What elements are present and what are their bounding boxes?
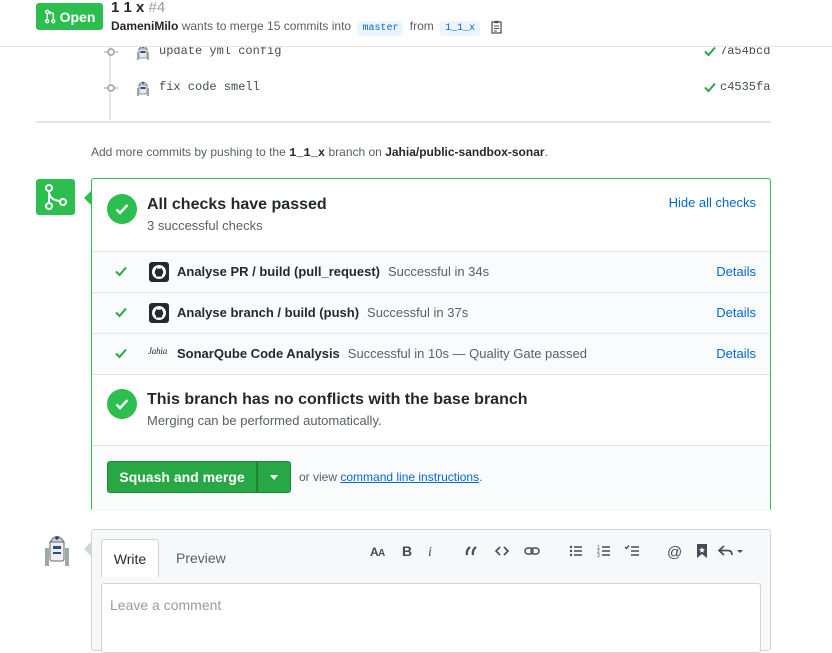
merge-box: All checks have passed 3 successful chec…: [84, 178, 771, 511]
push-hint-suffix: .: [544, 145, 548, 159]
reply-icon[interactable]: [718, 544, 744, 558]
check-status: Successful in 37s: [367, 305, 469, 320]
check-row: Analyse PR / build (pull_request) Success…: [92, 251, 770, 292]
check-name-text: SonarQube Code Analysis: [177, 346, 340, 361]
checks-title: All checks have passed: [147, 196, 327, 213]
bullet-list-icon[interactable]: [569, 544, 583, 558]
text-size-icon[interactable]: AA: [370, 544, 387, 558]
push-hint: Add more commits by pushing to the 1_1_x…: [91, 145, 548, 160]
base-branch[interactable]: master: [357, 21, 404, 36]
svg-text:A: A: [378, 548, 385, 558]
details-link[interactable]: Details: [716, 305, 756, 320]
check-icon: [115, 266, 127, 277]
commit-message[interactable]: fix code smell: [159, 80, 260, 94]
conflicts-subtitle: Merging can be performed automatically.: [147, 413, 382, 428]
markdown-toolbar: AA B i 123 @: [362, 544, 762, 564]
comment-textarea[interactable]: Leave a comment: [101, 583, 761, 653]
italic-icon[interactable]: i: [428, 544, 436, 558]
mention-icon[interactable]: @: [667, 544, 682, 559]
pr-header: Open 1 1 x #4 DameniMilo wants to merge …: [0, 0, 832, 47]
details-link[interactable]: Details: [716, 264, 756, 279]
checks-passed-icon: [107, 194, 137, 224]
state-badge: Open: [36, 3, 103, 30]
checks-subtitle: 3 successful checks: [147, 218, 263, 233]
check-row: Jahia SonarQube Code Analysis Successful …: [92, 333, 770, 374]
check-row: Analyse branch / build (push) Successful …: [92, 292, 770, 333]
pr-meta-text: wants to merge 15 commits into: [181, 19, 352, 33]
no-conflicts-icon: [107, 389, 137, 419]
numbered-list-icon[interactable]: 123: [597, 544, 611, 558]
merge-method-dropdown[interactable]: [257, 461, 291, 493]
from-text: from: [409, 19, 434, 33]
bold-icon[interactable]: B: [402, 544, 413, 558]
check-icon: [115, 204, 129, 215]
caret-down-icon: [270, 474, 278, 480]
commit-row: fix code smell c4535fa: [100, 78, 772, 98]
pr-title: 1 1 x #4: [111, 0, 165, 16]
pull-request-icon: [44, 9, 56, 24]
push-hint-middle: branch on: [328, 145, 382, 159]
quote-icon[interactable]: [465, 544, 479, 558]
svg-text:3: 3: [597, 553, 600, 558]
check-name: Analyse PR / build (pull_request) Success…: [177, 264, 489, 279]
check-status: Successful in 10s — Quality Gate passed: [347, 346, 587, 361]
squash-merge-button[interactable]: Squash and merge: [107, 461, 257, 493]
commit-dot-icon: [104, 84, 118, 92]
push-hint-repo[interactable]: Jahia/public-sandbox-sonar: [385, 145, 544, 159]
commit-dot-icon: [104, 48, 118, 56]
commit-sha[interactable]: c4535fa: [720, 80, 770, 94]
push-hint-prefix: Add more commits by pushing to the: [91, 145, 286, 159]
pr-author[interactable]: DameniMilo: [111, 19, 178, 33]
command-line-link[interactable]: command line instructions: [340, 470, 479, 484]
git-merge-icon: [44, 184, 67, 210]
merge-status-icon: [36, 179, 75, 215]
r2d2-avatar-icon[interactable]: [44, 530, 70, 568]
check-icon[interactable]: [704, 81, 716, 93]
merge-action-area: Squash and merge or view command line in…: [92, 445, 770, 511]
hide-checks-link[interactable]: Hide all checks: [669, 195, 756, 210]
or-view-suffix: .: [479, 470, 483, 484]
section-divider: [92, 374, 770, 375]
check-icon: [115, 399, 129, 410]
github-icon: [149, 262, 169, 282]
github-icon: [149, 303, 169, 323]
state-label: Open: [59, 8, 96, 25]
r2d2-avatar-icon[interactable]: [136, 79, 150, 97]
pr-title-text: 1 1 x: [111, 0, 145, 16]
timeline-divider: [36, 121, 771, 123]
check-name-text: Analyse branch / build (push): [177, 305, 360, 320]
head-branch[interactable]: 1_1_x: [440, 21, 481, 36]
task-list-icon[interactable]: [624, 544, 640, 558]
jahia-logo: Jahia: [148, 346, 167, 356]
svg-text:B: B: [402, 544, 412, 558]
comment-box: Write Preview AA B i 123 @ Leave a comme…: [84, 529, 771, 653]
tab-preview[interactable]: Preview: [176, 550, 226, 566]
check-icon: [115, 307, 127, 318]
or-view-text: or view: [299, 470, 338, 484]
conflicts-title: This branch has no conflicts with the ba…: [147, 391, 528, 408]
svg-text:@: @: [667, 544, 682, 559]
check-name: SonarQube Code Analysis Successful in 10s…: [177, 346, 587, 361]
push-hint-branch: 1_1_x: [289, 146, 326, 160]
code-icon[interactable]: [495, 544, 509, 558]
link-icon[interactable]: [524, 544, 540, 558]
svg-text:i: i: [428, 545, 432, 558]
pr-meta: DameniMilo wants to merge 15 commits int…: [111, 19, 503, 36]
clipboard-icon[interactable]: [490, 20, 503, 34]
tab-write[interactable]: Write: [101, 539, 159, 577]
bookmark-icon[interactable]: [696, 544, 708, 558]
pr-number: #4: [148, 0, 166, 16]
check-name: Analyse branch / build (push) Successful …: [177, 305, 468, 320]
check-name-text: Analyse PR / build (pull_request): [177, 264, 380, 279]
or-view: or view command line instructions.: [299, 470, 482, 484]
check-icon: [115, 348, 127, 359]
details-link[interactable]: Details: [716, 346, 756, 361]
check-status: Successful in 34s: [387, 264, 490, 279]
